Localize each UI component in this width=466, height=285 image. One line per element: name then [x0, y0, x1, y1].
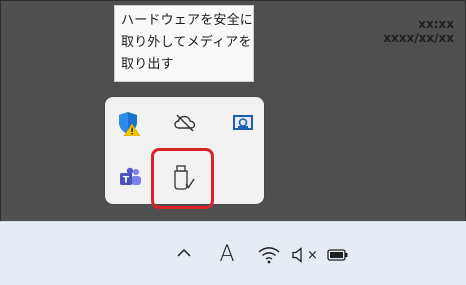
volume-muted-icon[interactable]: × [290, 241, 320, 269]
cloud-offline-icon[interactable] [170, 108, 200, 138]
svg-text:T: T [123, 176, 130, 186]
tooltip-line-2: 取り外してメディアを [121, 35, 252, 50]
chevron-up-icon [177, 248, 191, 257]
security-warning-icon[interactable] [113, 108, 143, 138]
ime-indicator[interactable]: A [214, 239, 240, 269]
wifi-icon[interactable] [255, 241, 283, 269]
usb-highlight-box [151, 148, 214, 209]
taskbar-clock[interactable]: xx:xx xxxx/xx/xx [383, 17, 454, 45]
eject-tooltip: ハードウェアを安全に 取り外してメディアを 取り出す [114, 5, 254, 82]
tooltip-line-3: 取り出す [121, 57, 174, 72]
battery-icon[interactable] [325, 243, 351, 267]
display-app-icon[interactable] [228, 108, 258, 138]
teams-icon[interactable]: T [116, 163, 146, 193]
show-hidden-icons-button[interactable] [173, 239, 195, 267]
clock-date: xxxx/xx/xx [383, 31, 454, 45]
clock-time: xx:xx [418, 17, 454, 31]
tooltip-line-1: ハードウェアを安全に [121, 13, 254, 28]
mute-mark: × [307, 247, 318, 263]
